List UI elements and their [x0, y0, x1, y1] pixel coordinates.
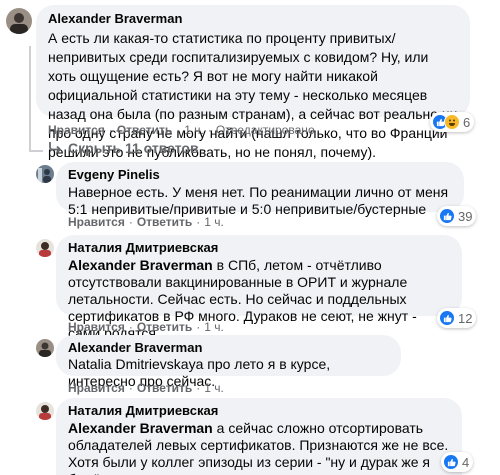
- comment-text: Alexander Braverman а сейчас сложно отсо…: [68, 420, 450, 475]
- reply-bubble: Evgeny Pinelis Наверное есть. У меня нет…: [56, 162, 464, 217]
- reply-bubble: Alexander Braverman Natalia Dmitrievskay…: [56, 335, 401, 389]
- reaction-summary[interactable]: 39: [437, 206, 477, 226]
- comment-author[interactable]: Наталия Дмитриевская: [68, 403, 450, 419]
- edited-label: Отредактировано: [215, 123, 315, 137]
- avatar[interactable]: [6, 8, 32, 34]
- thread-line-curve: [29, 150, 43, 152]
- reply-bubble: Наталия Дмитриевская Alexander Braverman…: [56, 398, 462, 475]
- comment-actions: Нравится · Ответить · 1 ч.: [68, 320, 224, 334]
- like-icon: [443, 454, 459, 470]
- reaction-summary[interactable]: 4: [441, 452, 474, 472]
- like-button[interactable]: Нравится: [68, 215, 125, 229]
- timestamp[interactable]: 1 ч.: [204, 215, 224, 229]
- like-icon: [439, 208, 455, 224]
- like-button[interactable]: Нравится: [68, 381, 125, 395]
- like-button[interactable]: Нравится: [48, 123, 105, 137]
- mention-link[interactable]: Alexander Braverman: [68, 420, 213, 436]
- avatar[interactable]: [36, 239, 54, 257]
- reply-button[interactable]: Ответить: [137, 215, 192, 229]
- comment-actions: Нравится · Ответить · 1 ч. · Отредактировано: [48, 123, 315, 137]
- avatar[interactable]: [36, 339, 54, 357]
- timestamp[interactable]: 1 ч.: [204, 381, 224, 395]
- reaction-summary[interactable]: 6: [430, 112, 475, 132]
- timestamp[interactable]: 1 ч.: [204, 320, 224, 334]
- hide-replies-button[interactable]: Скрыть 11 ответов: [48, 140, 199, 156]
- reaction-count: 4: [462, 454, 470, 470]
- reply-button[interactable]: Ответить: [117, 123, 172, 137]
- reply-button[interactable]: Ответить: [137, 320, 192, 334]
- avatar[interactable]: [36, 165, 54, 183]
- comment-bubble: Alexander Braverman А есть ли какая-то с…: [36, 5, 470, 160]
- comment-actions: Нравится · Ответить · 1 ч.: [68, 215, 224, 229]
- comment-author[interactable]: Alexander Braverman: [48, 11, 458, 27]
- thread-line: [29, 46, 31, 152]
- mention-link[interactable]: Alexander Braverman: [68, 257, 213, 273]
- mention-link[interactable]: Natalia Dmitrievskaya: [68, 356, 203, 372]
- reply-arrow-icon: [48, 140, 64, 156]
- hide-replies-label: Скрыть 11 ответов: [68, 140, 199, 156]
- like-button[interactable]: Нравится: [68, 320, 125, 334]
- comment-author[interactable]: Alexander Braverman: [68, 340, 389, 356]
- comment-author[interactable]: Evgeny Pinelis: [68, 167, 452, 183]
- comment-text: Наверное есть. У меня нет. По реанимации…: [68, 184, 449, 217]
- like-icon: [439, 310, 455, 326]
- haha-icon: [444, 114, 460, 130]
- reply-bubble: Наталия Дмитриевская Alexander Braverman…: [56, 235, 462, 341]
- reply-button[interactable]: Ответить: [137, 381, 192, 395]
- avatar[interactable]: [36, 402, 54, 420]
- reaction-summary[interactable]: 12: [437, 308, 477, 328]
- timestamp[interactable]: 1 ч.: [184, 123, 204, 137]
- reaction-count: 6: [463, 114, 471, 130]
- comment-author[interactable]: Наталия Дмитриевская: [68, 240, 450, 256]
- reaction-count: 12: [458, 310, 473, 326]
- reaction-count: 39: [458, 208, 473, 224]
- comment-actions: Нравится · Ответить · 1 ч.: [68, 381, 224, 395]
